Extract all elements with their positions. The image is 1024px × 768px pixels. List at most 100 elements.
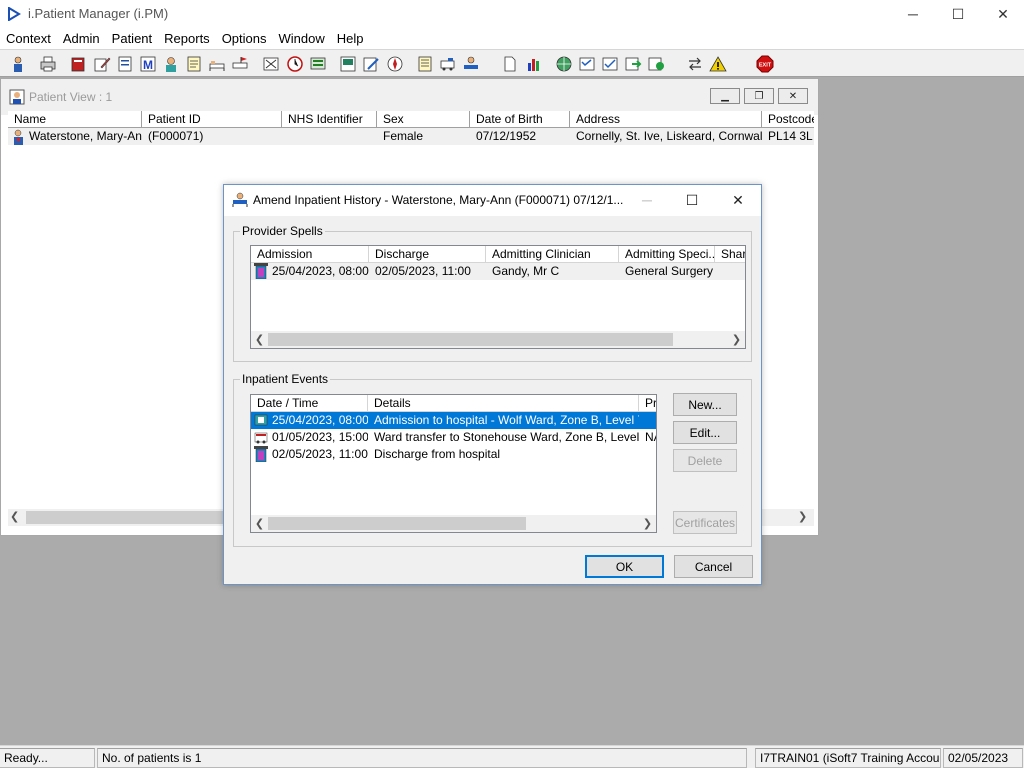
ambulance-icon[interactable]	[438, 53, 458, 74]
patient-view-titlebar: Patient View : 1 ▁ ❐ ✕	[1, 79, 818, 115]
discharge-event-icon	[254, 446, 268, 462]
delete-event-button[interactable]: Delete	[673, 449, 737, 472]
column-header-admission[interactable]: Admission	[251, 246, 369, 263]
column-header-date-time[interactable]: Date / Time	[251, 395, 368, 412]
dialog-maximize-button[interactable]: ☐	[669, 185, 715, 215]
document-icon[interactable]	[115, 53, 135, 74]
column-header-sex[interactable]: Sex	[377, 111, 470, 128]
column-header-details[interactable]: Details	[368, 395, 639, 412]
chart-icon[interactable]	[338, 53, 358, 74]
minimize-button[interactable]: ─	[890, 0, 936, 28]
column-header-postcode[interactable]: Postcode	[762, 111, 814, 128]
provider-spell-row[interactable]: 25/04/2023, 08:00 02/05/2023, 11:00 Gand…	[251, 263, 745, 280]
warning-icon[interactable]	[708, 53, 728, 74]
cell-dob: 07/12/1952	[470, 128, 570, 145]
pen-icon[interactable]	[361, 53, 381, 74]
cell-event-pr	[642, 412, 656, 429]
provider-spells-hscroll[interactable]: ❮ ❯	[251, 331, 745, 348]
column-header-date-of-birth[interactable]: Date of Birth	[470, 111, 570, 128]
compass-icon[interactable]	[385, 53, 405, 74]
scroll-thumb[interactable]	[268, 517, 526, 530]
cell-event-datetime: 25/04/2023, 08:00	[269, 412, 368, 429]
dialog-title: Amend Inpatient History - Waterstone, Ma…	[253, 193, 624, 207]
maximize-button[interactable]: ☐	[935, 0, 981, 28]
column-header-name[interactable]: Name	[8, 111, 142, 128]
scroll-thumb[interactable]	[268, 333, 673, 346]
globe-icon[interactable]	[554, 53, 574, 74]
printer-icon[interactable]	[38, 53, 58, 74]
event-row[interactable]: 02/05/2023, 11:00 Discharge from hospita…	[251, 446, 656, 463]
column-header-discharge[interactable]: Discharge	[369, 246, 486, 263]
menu-options[interactable]: Options	[216, 29, 273, 49]
cell-patient-id: (F000071)	[142, 128, 282, 145]
scroll-right-arrow-icon[interactable]: ❯	[639, 515, 656, 532]
clock-icon[interactable]	[285, 53, 305, 74]
menu-admin[interactable]: Admin	[57, 29, 106, 49]
exit-icon[interactable]: EXIT	[755, 53, 775, 74]
scroll-right-arrow-icon[interactable]: ❯	[798, 509, 807, 526]
cut-icon[interactable]	[261, 53, 281, 74]
provider-spells-list[interactable]: Admission Discharge Admitting Clinician …	[250, 245, 746, 349]
column-header-admitting-specialty[interactable]: Admitting Speci...	[619, 246, 715, 263]
menu-context[interactable]: Context	[0, 29, 57, 49]
pv-close-button[interactable]: ✕	[778, 88, 808, 104]
account-info: I7TRAIN01 (iSoft7 Training Account)	[755, 748, 941, 768]
menu-help[interactable]: Help	[331, 29, 370, 49]
patient-count: No. of patients is 1	[97, 748, 747, 768]
doctor-icon[interactable]	[161, 53, 181, 74]
cell-event-details: Ward transfer to Stonehouse Ward, Zone B…	[374, 430, 639, 444]
app-titlebar: i.Patient Manager (i.PM) ─ ☐ ✕	[0, 0, 1024, 28]
green-form-icon[interactable]	[646, 53, 666, 74]
bed-icon[interactable]	[207, 53, 227, 74]
cell-event-datetime: 02/05/2023, 11:00	[272, 447, 368, 461]
book-icon[interactable]	[68, 53, 88, 74]
event-row[interactable]: 01/05/2023, 15:00 Ward transfer to Stone…	[251, 429, 656, 446]
scroll-right-arrow-icon[interactable]: ❯	[728, 331, 745, 348]
notes-icon[interactable]	[184, 53, 204, 74]
admission-event-icon	[254, 414, 268, 426]
menu-window[interactable]: Window	[273, 29, 331, 49]
menu-reports[interactable]: Reports	[158, 29, 216, 49]
pv-minimize-button[interactable]: ▁	[710, 88, 740, 104]
column-header-pr[interactable]: Pr	[639, 395, 656, 412]
pv-restore-button[interactable]: ❐	[744, 88, 774, 104]
menubar: Context Admin Patient Reports Options Wi…	[0, 28, 1024, 49]
close-button[interactable]: ✕	[980, 0, 1024, 28]
column-header-nhs-identifier[interactable]: NHS Identifier	[282, 111, 377, 128]
bar-chart-icon[interactable]	[524, 53, 544, 74]
inpatient-events-list[interactable]: Date / Time Details Pr 25/04/2023, 08:00…	[250, 394, 657, 533]
screen-icon[interactable]	[308, 53, 328, 74]
new-event-button[interactable]: New...	[673, 393, 737, 416]
menu-patient[interactable]: Patient	[106, 29, 158, 49]
swap-icon[interactable]	[685, 53, 705, 74]
scroll-left-arrow-icon[interactable]: ❮	[10, 509, 19, 526]
check-list-icon[interactable]	[600, 53, 620, 74]
scroll-left-arrow-icon[interactable]: ❮	[251, 515, 268, 532]
form-icon[interactable]	[577, 53, 597, 74]
column-header-admitting-clinician[interactable]: Admitting Clinician	[486, 246, 619, 263]
inpatient-events-hscroll[interactable]: ❮ ❯	[251, 515, 656, 532]
app-title: i.Patient Manager (i.PM)	[28, 6, 169, 21]
pencil-icon[interactable]	[92, 53, 112, 74]
green-arrow-icon[interactable]	[623, 53, 643, 74]
person-icon[interactable]	[8, 53, 28, 74]
list-icon[interactable]	[415, 53, 435, 74]
page-icon[interactable]	[500, 53, 520, 74]
cell-address: Cornelly, St. Ive, Liskeard, Cornwall	[570, 128, 762, 145]
certificates-button[interactable]: Certificates	[673, 511, 737, 534]
provider-spells-label: Provider Spells	[240, 224, 325, 238]
dialog-close-button[interactable]: ✕	[715, 185, 761, 215]
scroll-thumb[interactable]	[26, 511, 226, 524]
scroll-left-arrow-icon[interactable]: ❮	[251, 331, 268, 348]
flag-icon[interactable]	[230, 53, 250, 74]
column-header-share[interactable]: Shar	[715, 246, 745, 263]
edit-event-button[interactable]: Edit...	[673, 421, 737, 444]
inpatient-events-label: Inpatient Events	[240, 372, 331, 386]
column-header-patient-id[interactable]: Patient ID	[142, 111, 282, 128]
patient-bed-icon[interactable]	[461, 53, 481, 74]
event-row[interactable]: 25/04/2023, 08:00 Admission to hospital …	[251, 412, 656, 429]
cancel-button[interactable]: Cancel	[674, 555, 753, 578]
ok-button[interactable]: OK	[585, 555, 664, 578]
m-icon[interactable]: M	[138, 53, 158, 74]
column-header-address[interactable]: Address	[570, 111, 762, 128]
